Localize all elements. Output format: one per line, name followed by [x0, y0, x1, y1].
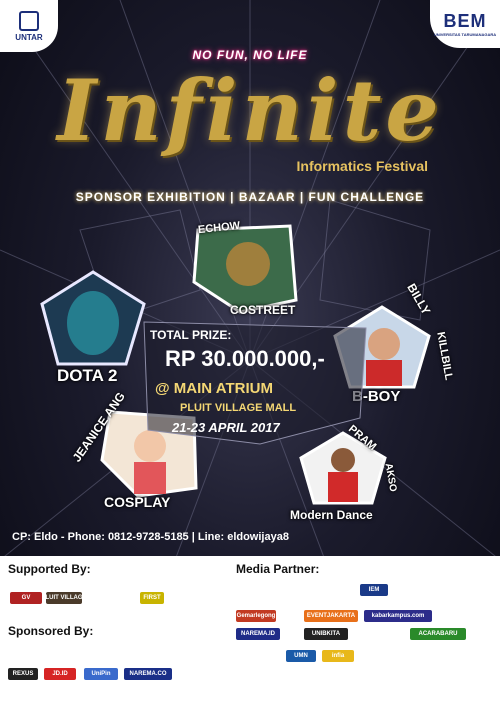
untar-logo: UNTAR [0, 0, 58, 52]
bem-logo-caption: UNIVERSITAS TARUMANAGARA [433, 32, 497, 37]
university-seal-icon [19, 10, 39, 31]
event-dates: 21-23 APRIL 2017 [172, 420, 280, 435]
costreet-photo [190, 222, 300, 314]
supported-logo-first: FIRST [140, 592, 164, 604]
sponsored-logo-narema: NAREMA.CO [124, 668, 172, 680]
prize-label: TOTAL PRIZE: [150, 328, 232, 342]
event-activities: SPONSOR EXHIBITION | BAZAAR | FUN CHALLE… [75, 190, 425, 204]
cosplay-label: COSPLAY [104, 494, 171, 510]
tagline: NO FUN, NO LIFE [192, 48, 308, 62]
sponsored-title: Sponsored By: [8, 624, 94, 638]
media-logo-gemarlegong: Gemarlegong [236, 610, 276, 622]
sponsored-logo-unipin: UniPin [84, 668, 118, 680]
prize-amount: RP 30.000.000,- [165, 346, 325, 371]
media-partner-title: Media Partner: [236, 562, 320, 576]
event-subtitle: Informatics Festival [296, 158, 429, 174]
venue-line1: @ MAIN ATRIUM [155, 380, 273, 397]
event-poster: UNTAR BEM UNIVERSITAS TARUMANAGARA NO FU… [0, 0, 500, 707]
venue-line2: PLUIT VILLAGE MALL [180, 402, 297, 414]
contact-info: CP: Eldo - Phone: 0812-9728-5185 | Line:… [12, 531, 289, 543]
event-title: Infinite [57, 61, 443, 160]
sponsor-strip: Supported By: Sponsored By: Media Partne… [0, 556, 500, 707]
media-logo-acarabaru: ACARABARU [410, 628, 466, 640]
media-logo-umn: UMN [286, 650, 316, 662]
supported-title: Supported By: [8, 562, 91, 576]
supported-logo-gv: GV [10, 592, 42, 604]
sponsored-logo-rexus: REXUS [8, 668, 38, 680]
dota-label: DOTA 2 [57, 366, 118, 385]
modern-dance-label: Modern Dance [290, 508, 373, 522]
supported-logo-pluit-village: PLUIT VILLAGE [46, 592, 82, 604]
dota-photo [38, 268, 148, 368]
media-logo-eventjakarta: EVENTJAKARTA [304, 610, 358, 622]
bem-logo: BEM UNIVERSITAS TARUMANAGARA [430, 0, 500, 48]
media-logo-infia: infia [322, 650, 354, 662]
costreet-label: COSTREET [230, 303, 296, 317]
bem-logo-text: BEM [443, 11, 487, 31]
untar-logo-text: UNTAR [15, 32, 43, 42]
media-logo-kabarkampus: kabarkampus.com [364, 610, 432, 622]
media-logo-unibkita: UNIBKITA [304, 628, 348, 640]
media-logo-naremaid: NAREMA.ID [236, 628, 280, 640]
sponsored-logo-jdid: JD.ID [44, 668, 76, 680]
media-logo-iem: IEM [360, 584, 388, 596]
